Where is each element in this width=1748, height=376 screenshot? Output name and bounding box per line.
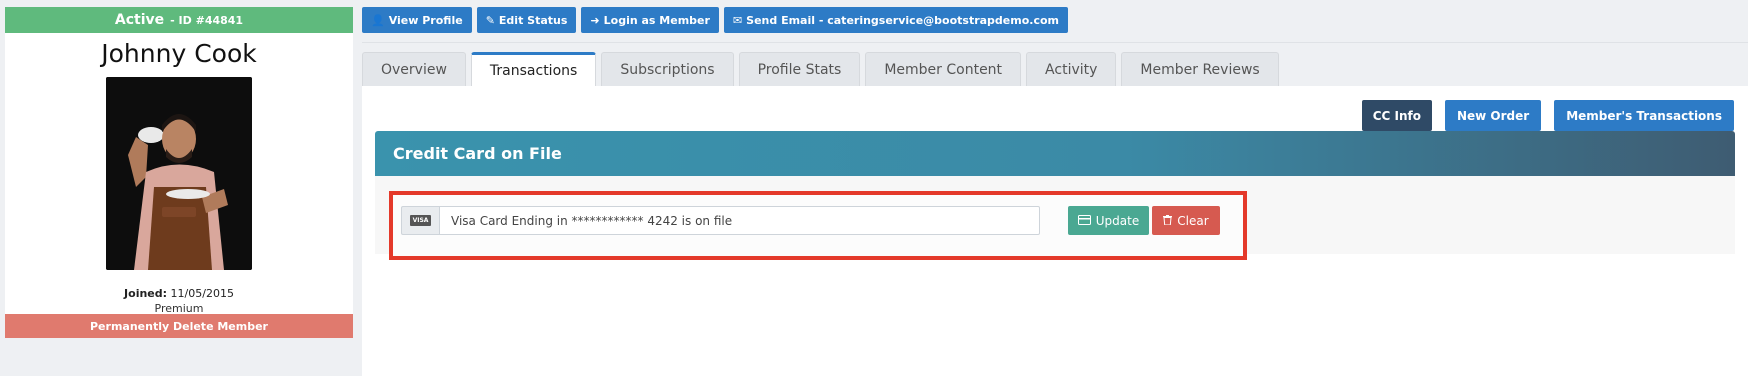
- joined-date: Joined: 11/05/2015: [5, 287, 353, 300]
- edit-status-label: Edit Status: [498, 13, 568, 27]
- status-badge: Active - ID #44841: [5, 7, 353, 33]
- members-transactions-button[interactable]: Member's Transactions: [1554, 100, 1734, 131]
- member-photo-illustration: [106, 77, 252, 270]
- send-email-label: Send Email - cateringservice@bootstrapde…: [746, 13, 1060, 27]
- tab-member-content[interactable]: Member Content: [865, 52, 1022, 86]
- delete-member-button[interactable]: Permanently Delete Member: [5, 314, 353, 338]
- member-photo: [106, 77, 252, 270]
- divider: [362, 42, 1748, 43]
- joined-value: 11/05/2015: [170, 287, 234, 300]
- credit-card-icon: [1077, 214, 1091, 228]
- tab-profile-stats[interactable]: Profile Stats: [738, 52, 861, 86]
- tab-activity[interactable]: Activity: [1026, 52, 1117, 86]
- envelope-icon: ✉: [732, 13, 743, 27]
- tab-overview[interactable]: Overview: [362, 52, 466, 86]
- member-id: - ID #44841: [170, 13, 244, 27]
- pencil-icon: ✎: [485, 13, 495, 27]
- tab-subscriptions[interactable]: Subscriptions: [601, 52, 734, 86]
- clear-card-button[interactable]: Clear: [1152, 206, 1220, 235]
- tab-transactions[interactable]: Transactions: [470, 52, 597, 86]
- sign-in-icon: ➜: [590, 13, 600, 27]
- transactions-panel: CC Info New Order Member's Transactions …: [362, 86, 1748, 376]
- card-on-file-field[interactable]: [439, 206, 1040, 235]
- visa-card-icon: VISA: [409, 215, 432, 226]
- credit-card-header: Credit Card on File: [375, 131, 1735, 176]
- new-order-button[interactable]: New Order: [1444, 100, 1542, 131]
- clear-label: Clear: [1177, 213, 1209, 228]
- member-actions: 👤 View Profile ✎ Edit Status ➜ Login as …: [362, 7, 1069, 33]
- member-tabs: Overview Transactions Subscriptions Prof…: [362, 52, 1279, 86]
- transactions-toolbar: CC Info New Order Member's Transactions: [1361, 100, 1734, 131]
- member-name: Johnny Cook: [101, 39, 257, 68]
- user-icon: 👤: [371, 13, 385, 27]
- cc-info-button[interactable]: CC Info: [1361, 100, 1432, 131]
- trash-icon: [1163, 214, 1173, 228]
- login-as-member-label: Login as Member: [603, 13, 710, 27]
- update-label: Update: [1095, 213, 1140, 228]
- view-profile-label: View Profile: [388, 13, 463, 27]
- joined-label: Joined:: [124, 287, 168, 300]
- status-text: Active: [114, 12, 165, 28]
- update-card-button[interactable]: Update: [1068, 206, 1149, 235]
- credit-card-input-group: VISA: [401, 206, 1040, 235]
- login-as-member-button[interactable]: ➜ Login as Member: [581, 7, 719, 33]
- tab-member-reviews[interactable]: Member Reviews: [1121, 52, 1279, 86]
- view-profile-button[interactable]: 👤 View Profile: [362, 7, 472, 33]
- member-profile-card: Active - ID #44841 Johnny Cook Joined: 1…: [5, 7, 353, 338]
- edit-status-button[interactable]: ✎ Edit Status: [476, 7, 577, 33]
- send-email-button[interactable]: ✉ Send Email - cateringservice@bootstrap…: [723, 7, 1069, 33]
- card-type-addon: VISA: [401, 206, 439, 235]
